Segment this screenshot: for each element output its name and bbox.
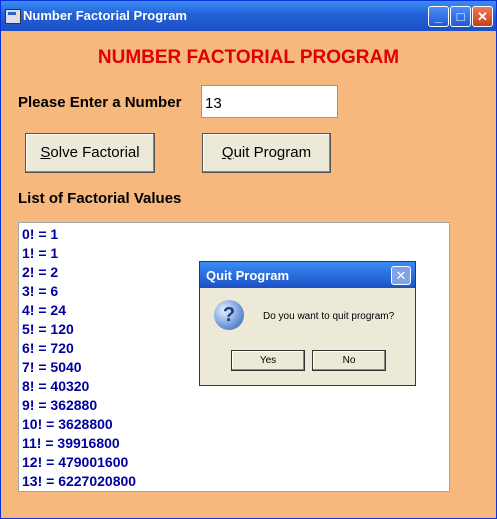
- quit-confirm-dialog: Quit Program ✕ ? Do you want to quit pro…: [199, 261, 416, 386]
- solve-factorial-button[interactable]: Solve Factorial: [25, 133, 155, 173]
- main-window: Number Factorial Program _ □ ✕ NUMBER FA…: [0, 0, 497, 519]
- quit-label: uit Program: [233, 144, 312, 161]
- number-input[interactable]: [201, 85, 338, 118]
- title-bar[interactable]: Number Factorial Program _ □ ✕: [1, 1, 496, 31]
- app-icon[interactable]: [5, 9, 21, 24]
- dialog-title-bar[interactable]: Quit Program ✕: [200, 262, 415, 288]
- program-heading: NUMBER FACTORIAL PROGRAM: [97, 47, 400, 68]
- quit-program-button[interactable]: Quit Program: [202, 133, 331, 173]
- list-item[interactable]: 0! = 1: [22, 225, 449, 244]
- question-icon: ?: [214, 300, 244, 330]
- list-item[interactable]: 9! = 362880: [22, 396, 449, 415]
- list-item[interactable]: 10! = 3628800: [22, 415, 449, 434]
- quit-mnemonic: Q: [221, 144, 234, 161]
- minimize-button[interactable]: _: [428, 6, 449, 27]
- list-item[interactable]: 12! = 479001600: [22, 453, 449, 472]
- close-button[interactable]: ✕: [472, 6, 493, 27]
- number-prompt-label: Please Enter a Number: [18, 94, 182, 111]
- dialog-message: Do you want to quit program?: [263, 311, 395, 322]
- window-title: Number Factorial Program: [23, 8, 187, 23]
- yes-button[interactable]: Yes: [231, 350, 305, 371]
- factorial-list-label: List of Factorial Values: [18, 190, 182, 207]
- dialog-close-button[interactable]: ✕: [391, 266, 411, 285]
- dialog-title: Quit Program: [206, 268, 290, 283]
- solve-mnemonic: S: [40, 144, 51, 161]
- list-item[interactable]: 11! = 39916800: [22, 434, 449, 453]
- maximize-button[interactable]: □: [450, 6, 471, 27]
- list-item[interactable]: 13! = 6227020800: [22, 472, 449, 491]
- no-button[interactable]: No: [312, 350, 386, 371]
- solve-label: olve Factorial: [50, 144, 140, 161]
